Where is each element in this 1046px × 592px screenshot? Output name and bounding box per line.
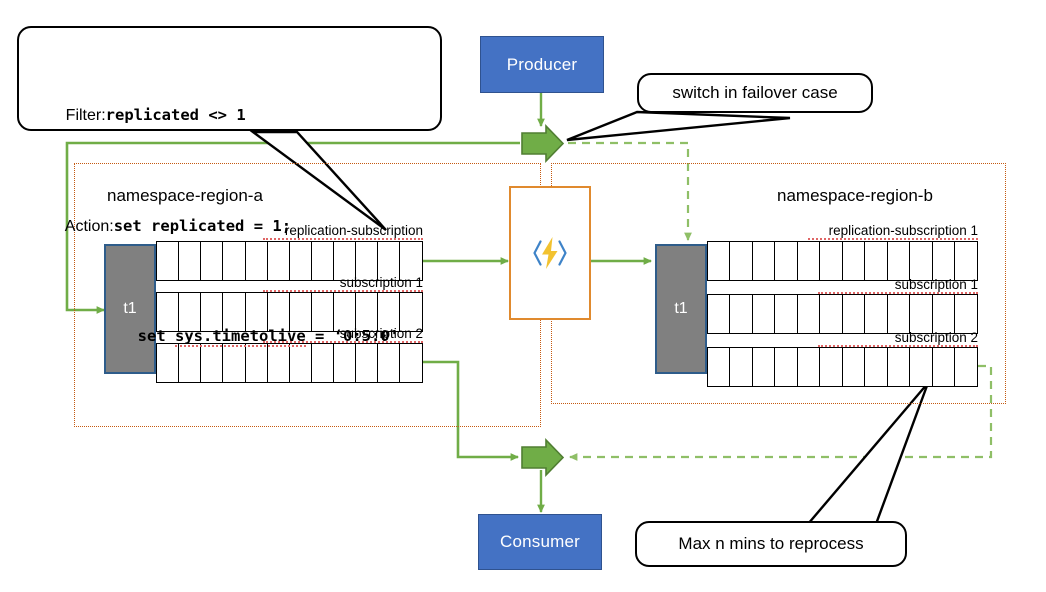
queue-cell bbox=[841, 347, 866, 387]
queue-cell bbox=[751, 241, 776, 281]
region-b-queue-row-0[interactable] bbox=[707, 241, 979, 281]
action-statement-2-prefix: set bbox=[137, 327, 175, 346]
region-b-queue-label-2: subscription 2 bbox=[818, 330, 978, 347]
action-label: Action: bbox=[64, 217, 114, 235]
queue-cell bbox=[819, 294, 844, 334]
consumer-box[interactable]: Consumer bbox=[478, 514, 602, 570]
queue-cell bbox=[953, 241, 979, 281]
action-statement-2-suffix: = ‘0:5:0' bbox=[305, 327, 399, 346]
max-mins-callout: Max n mins to reprocess bbox=[635, 521, 907, 567]
action-statement-2-property: sys.timetolive bbox=[175, 327, 306, 348]
region-b-queue-label-1: subscription 1 bbox=[818, 277, 978, 294]
queue-cell bbox=[707, 241, 732, 281]
queue-cell bbox=[864, 347, 889, 387]
queue-cell bbox=[931, 347, 956, 387]
filter-action-callout: Filter:replicated <> 1 Action:set replic… bbox=[17, 26, 442, 348]
queue-cell bbox=[729, 347, 754, 387]
ingress-block-arrow bbox=[521, 124, 565, 163]
region-b-queue-label-0: replication-subscription 1 bbox=[808, 223, 978, 240]
queue-cell bbox=[774, 347, 799, 387]
max-mins-text: Max n mins to reprocess bbox=[678, 534, 864, 553]
egress-block-arrow bbox=[521, 438, 565, 477]
reprocess-callout-leader bbox=[805, 382, 930, 526]
queue-cell bbox=[841, 241, 866, 281]
queue-cell bbox=[707, 294, 732, 334]
azure-function-bolt-icon bbox=[533, 237, 567, 269]
producer-label: Producer bbox=[506, 54, 578, 74]
queue-cell bbox=[774, 241, 799, 281]
queue-cell bbox=[931, 241, 956, 281]
diagram-canvas: Producer Consumer namespace-region-a t1 … bbox=[0, 0, 1046, 592]
queue-cell bbox=[886, 347, 911, 387]
switch-failover-callout: switch in failover case bbox=[637, 73, 873, 113]
queue-cell bbox=[909, 294, 934, 334]
queue-cell bbox=[819, 241, 844, 281]
queue-cell bbox=[796, 347, 821, 387]
region-b-queue-row-1[interactable] bbox=[707, 294, 979, 334]
region-b-queue-row-2[interactable] bbox=[707, 347, 979, 387]
queue-cell bbox=[953, 347, 979, 387]
filter-label: Filter: bbox=[65, 107, 106, 125]
queue-cell bbox=[886, 241, 911, 281]
producer-box[interactable]: Producer bbox=[480, 36, 604, 93]
queue-cell bbox=[796, 241, 821, 281]
queue-cell bbox=[751, 294, 776, 334]
queue-cell bbox=[796, 294, 821, 334]
switch-failover-text: switch in failover case bbox=[672, 83, 838, 102]
queue-cell bbox=[953, 294, 979, 334]
queue-cell bbox=[886, 294, 911, 334]
queue-cell bbox=[729, 241, 754, 281]
region-b-topic-label: t1 bbox=[674, 300, 688, 317]
queue-cell bbox=[864, 241, 889, 281]
switch-callout-leader bbox=[566, 110, 791, 142]
queue-cell bbox=[751, 347, 776, 387]
region-b-topic-t1[interactable]: t1 bbox=[655, 244, 707, 374]
action-statement-1: set replicated = 1; bbox=[113, 216, 292, 235]
filter-expression: replicated <> 1 bbox=[105, 106, 246, 125]
queue-cell bbox=[819, 347, 844, 387]
region-b-title: namespace-region-b bbox=[777, 186, 933, 205]
queue-cell bbox=[729, 294, 754, 334]
queue-cell bbox=[909, 241, 934, 281]
queue-cell bbox=[841, 294, 866, 334]
consumer-label: Consumer bbox=[499, 532, 581, 551]
queue-cell bbox=[909, 347, 934, 387]
queue-cell bbox=[707, 347, 732, 387]
queue-cell bbox=[774, 294, 799, 334]
queue-cell bbox=[864, 294, 889, 334]
function-app-box[interactable] bbox=[509, 186, 591, 320]
queue-cell bbox=[931, 294, 956, 334]
